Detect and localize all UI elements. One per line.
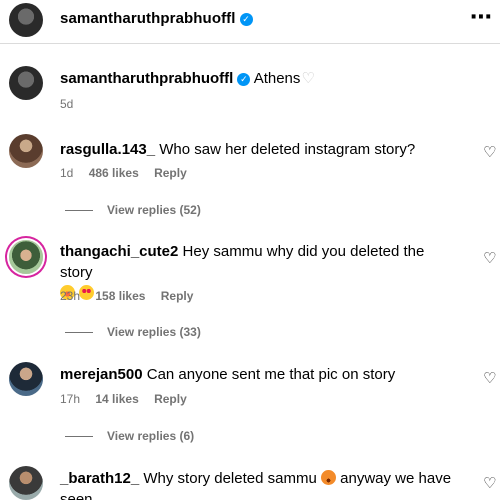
comment-text: Who saw her deleted instagram story? [159, 141, 416, 158]
view-replies-button[interactable]: View replies (33) [65, 325, 201, 339]
comment-body: merejan500 Can anyone sent me that pic o… [60, 364, 460, 385]
reply-button[interactable]: Reply [154, 392, 187, 406]
comment-username[interactable]: _barath12_ [60, 470, 139, 487]
comment-meta: 1d 486 likes Reply [60, 166, 199, 180]
comment-time: 23h [60, 289, 81, 303]
caption-text: Athens [253, 70, 301, 87]
view-replies-label: View replies (6) [107, 429, 195, 443]
more-horizontal-icon[interactable]: ⋯ [470, 4, 493, 30]
verified-badge-icon: ✓ [239, 13, 253, 26]
replies-divider [65, 332, 93, 333]
commenter-avatar[interactable] [9, 466, 43, 500]
heart-outline-icon: ♡ [301, 70, 315, 87]
commenter-avatar[interactable] [9, 134, 43, 168]
comment-time: 1d [60, 166, 74, 180]
caption-line: samantharuthprabhuoffl ✓ Athens♡ [60, 69, 315, 87]
replies-divider [65, 210, 93, 211]
comment-time: 17h [60, 392, 81, 406]
view-replies-label: View replies (52) [107, 203, 201, 217]
commenter-avatar[interactable] [9, 240, 43, 274]
comment-body: rasgulla.143_ Who saw her deleted instag… [60, 139, 460, 160]
post-caption: samantharuthprabhuoffl ✓ Athens♡ 5d [0, 60, 500, 120]
like-heart-icon[interactable]: ♡ [483, 474, 496, 492]
comment-text: Can anyone sent me that pic on story [146, 366, 396, 383]
author-username[interactable]: samantharuthprabhuoffl [60, 10, 236, 27]
replies-divider [65, 436, 93, 437]
author-avatar[interactable] [9, 3, 43, 37]
comment-likes[interactable]: 486 likes [89, 166, 139, 180]
comment-likes[interactable]: 158 likes [95, 289, 145, 303]
comment-text-before: Why story deleted sammu [143, 470, 317, 487]
like-heart-icon[interactable]: ♡ [483, 249, 496, 267]
view-replies-label: View replies (33) [107, 325, 201, 339]
view-replies-button[interactable]: View replies (6) [65, 429, 194, 443]
view-replies-button[interactable]: View replies (52) [65, 203, 201, 217]
post-header: samantharuthprabhuoffl ✓ ⋯ [0, 0, 500, 44]
like-heart-icon[interactable]: ♡ [483, 143, 496, 161]
reply-button[interactable]: Reply [154, 166, 187, 180]
comment-meta: 17h 14 likes Reply [60, 392, 199, 406]
comment-username[interactable]: merejan500 [60, 366, 143, 383]
comment-username[interactable]: thangachi_cute2 [60, 243, 178, 260]
reply-button[interactable]: Reply [161, 289, 194, 303]
angry-face-icon [320, 470, 336, 485]
comment-username[interactable]: rasgulla.143_ [60, 141, 155, 158]
caption-time: 5d [60, 97, 74, 111]
caption-username[interactable]: samantharuthprabhuoffl [60, 70, 233, 87]
comment-meta: 23h 158 likes Reply [60, 289, 205, 303]
verified-badge-icon: ✓ [237, 73, 251, 86]
comment-likes[interactable]: 14 likes [95, 392, 138, 406]
like-heart-icon[interactable]: ♡ [483, 369, 496, 387]
caption-avatar[interactable] [9, 66, 43, 100]
author-username-wrap: samantharuthprabhuoffl ✓ [60, 10, 253, 27]
comment-body: _barath12_ Why story deleted sammu anywa… [60, 468, 460, 500]
commenter-avatar[interactable] [9, 362, 43, 396]
